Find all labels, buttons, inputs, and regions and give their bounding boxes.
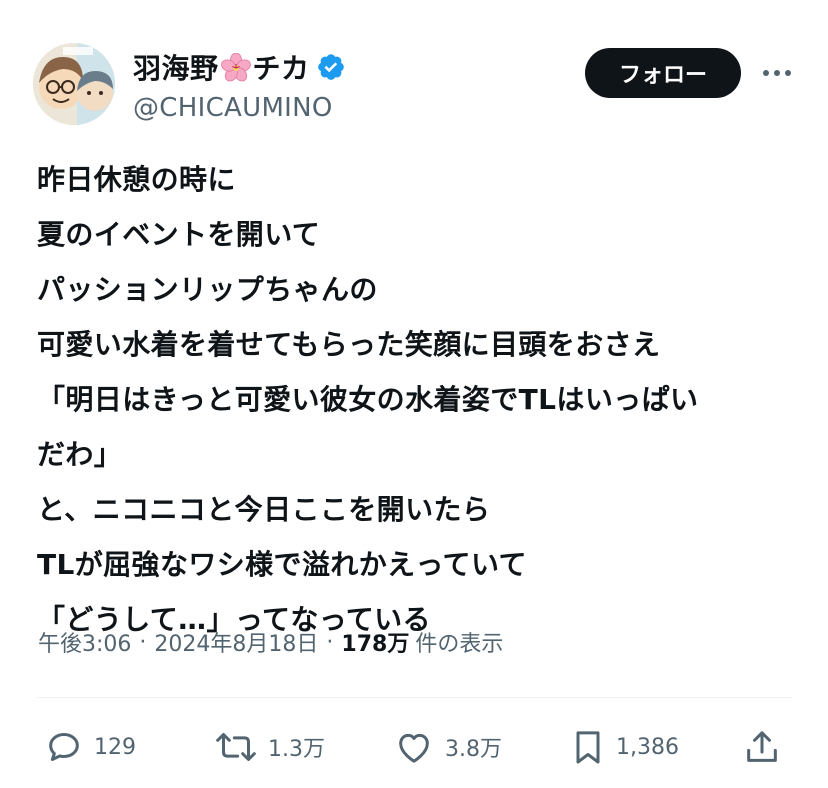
tweet-line: だわ」 xyxy=(37,438,123,471)
tweet-line: 昨日休憩の時に xyxy=(37,163,236,196)
tweet-date[interactable]: 2024年8月18日 xyxy=(154,626,318,658)
user-handle[interactable]: @CHICAUMINO xyxy=(133,93,346,123)
display-name-part1: 羽海野 xyxy=(133,52,219,85)
reply-count: 129 xyxy=(94,734,136,760)
display-name-row: 羽海野 チカ xyxy=(133,49,346,85)
views-count[interactable]: 178万 xyxy=(341,626,409,658)
reply-icon xyxy=(49,733,79,761)
avatar[interactable] xyxy=(33,43,115,125)
author-names: 羽海野 チカ @CHICAUMINO xyxy=(133,49,346,123)
tweet-header: 羽海野 チカ @CHICAUMINO フォロー xyxy=(33,43,803,129)
share-button[interactable] xyxy=(742,722,782,772)
like-button[interactable]: 3.8万 xyxy=(393,722,502,772)
tweet-time[interactable]: 午後3:06 xyxy=(38,626,131,658)
meta-separator: · xyxy=(326,629,334,655)
tweet-line: TLが屈強なワシ様で溢れかえっていて xyxy=(37,548,527,581)
tweet-line: パッションリップちゃんの xyxy=(37,273,378,306)
bookmark-count: 1,386 xyxy=(616,734,679,760)
tweet-line: 「明日はきっと可愛い彼女の水着姿でTLはいっぱい xyxy=(37,383,699,416)
tweet-line: 可愛い水着を着せてもらった笑顔に目頭をおさえ xyxy=(37,328,661,361)
heart-icon xyxy=(399,733,429,763)
display-name-part2: チカ xyxy=(252,52,310,85)
repost-button[interactable]: 1.3万 xyxy=(214,722,325,772)
bookmark-icon xyxy=(576,731,600,764)
display-name[interactable]: 羽海野 チカ xyxy=(133,47,310,87)
meta-separator: · xyxy=(139,629,147,655)
repost-icon xyxy=(216,733,256,761)
views-label: 件の表示 xyxy=(415,632,504,657)
reply-button[interactable]: 129 xyxy=(44,722,136,772)
tweet-meta: 午後3:06 · 2024年8月18日 · 178万 件の表示 xyxy=(38,622,503,662)
repost-count: 1.3万 xyxy=(268,737,325,762)
follow-button[interactable]: フォロー xyxy=(585,48,741,98)
cherry-blossom-icon xyxy=(220,53,251,82)
action-bar: 129 1.3万 3.8万 1,386 xyxy=(0,722,828,772)
tweet-line: 夏のイベントを開いて xyxy=(37,218,321,251)
like-count: 3.8万 xyxy=(445,737,502,762)
avatar-image xyxy=(33,43,115,125)
tweet-text: 昨日休憩の時に 夏のイベントを開いて パッションリップちゃんの 可愛い水着を着せ… xyxy=(37,152,807,647)
bookmark-button[interactable]: 1,386 xyxy=(570,722,679,772)
tweet-line: と、ニコニコと今日ここを開いたら xyxy=(37,493,491,526)
more-dots-icon[interactable] xyxy=(757,59,797,87)
verified-badge-icon xyxy=(317,54,344,80)
share-icon xyxy=(747,731,777,762)
divider xyxy=(37,697,793,698)
